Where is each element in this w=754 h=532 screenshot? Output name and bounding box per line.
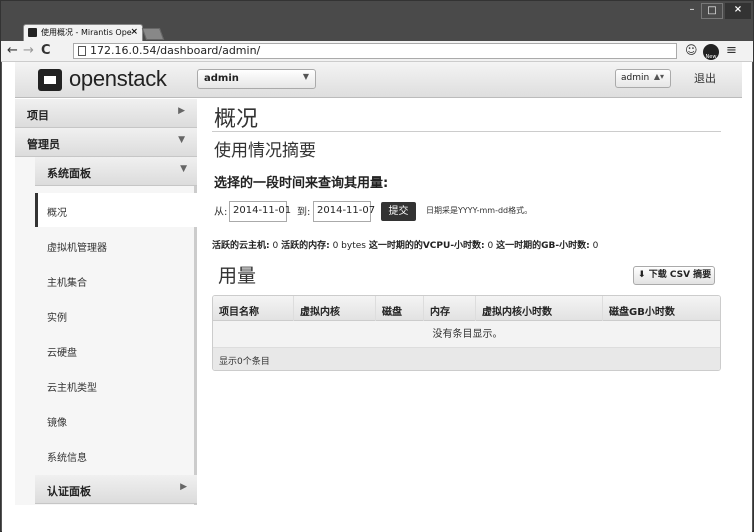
menu-icon[interactable]: ≡ — [726, 43, 737, 58]
main-content: 概况 使用情况摘要 选择的一段时间来查询其用量: 从: 2014-11-01 到… — [200, 99, 742, 505]
date-format-hint: 日期采是YYYY-mm-dd格式。 — [426, 206, 533, 215]
submit-button[interactable]: 提交 — [381, 202, 416, 221]
usage-stats: 活跃的云主机: 0 活跃的内存: 0 bytes 这一时期的的VCPU-小时数:… — [212, 238, 598, 251]
sidebar-item-label: 云硬盘 — [47, 348, 77, 359]
logout-link[interactable]: 退出 — [694, 70, 716, 86]
sidebar-section-admin[interactable]: 管理员 ▼ — [15, 128, 197, 157]
from-date-input[interactable]: 2014-11-01 — [229, 201, 291, 222]
sidebar-item-flavors[interactable]: 云主机类型 — [35, 368, 195, 402]
browser-window: 使用概况 - Mirantis Ope × – □ × ← → C 172.16… — [0, 0, 754, 532]
usage-heading: 用量 — [218, 265, 257, 287]
new-tab-button[interactable] — [141, 28, 165, 40]
new-badge-label: New — [705, 54, 717, 60]
table-empty-row: 没有条目显示。 — [213, 321, 720, 348]
sidebar-item-system-info[interactable]: 系统信息 — [35, 438, 195, 472]
favicon-icon — [28, 28, 37, 37]
usage-table: 项目名称 虚拟内核 磁盘 内存 虚拟内核小时数 磁盘GB小时数 没有条目显示。 … — [212, 295, 721, 371]
tab-title: 使用概况 - Mirantis Ope — [41, 28, 132, 37]
chevron-right-icon: ▶ — [180, 482, 187, 492]
reload-button[interactable]: C — [41, 43, 51, 59]
forward-button[interactable]: → — [23, 43, 34, 59]
new-badge-icon[interactable]: New — [703, 44, 719, 60]
user-menu-button[interactable]: admin ▲▾ — [615, 69, 671, 88]
stat-value: 0 bytes — [332, 241, 366, 251]
sidebar-item-host-aggregates[interactable]: 主机集合 — [35, 263, 195, 297]
column-header[interactable]: 项目名称 — [213, 296, 293, 321]
stat-value: 0 — [272, 241, 279, 251]
stat-label: 这一时期的的VCPU-小时数: — [368, 241, 485, 251]
sidebar-section-label: 管理员 — [27, 138, 60, 151]
url-input[interactable]: 172.16.0.54/dashboard/admin/ — [73, 43, 677, 59]
address-bar-row: ← → C 172.16.0.54/dashboard/admin/ ☺ New… — [1, 41, 753, 62]
sidebar-group-system-panel[interactable]: 系统面板 ▼ — [35, 157, 197, 186]
chevron-down-icon: ▼ — [180, 164, 187, 174]
sidebar-item-label: 概况 — [47, 208, 67, 219]
to-date-input[interactable]: 2014-11-07 — [313, 201, 375, 222]
query-heading: 选择的一段时间来查询其用量: — [214, 176, 389, 191]
chevron-right-icon: ▶ — [178, 106, 185, 116]
brand-name: openstack — [69, 66, 167, 91]
sidebar-group-identity[interactable]: 认证面板 ▶ — [35, 475, 197, 504]
table-footer: 显示0个条目 — [213, 348, 720, 370]
chevron-down-icon: ▼ — [302, 72, 309, 81]
user-icon: ▲▾ — [653, 72, 664, 81]
page-icon — [78, 46, 86, 56]
download-csv-label: 下载 CSV 摘要 — [648, 270, 712, 280]
sidebar: 项目 ▶ 管理员 ▼ 系统面板 ▼ 概况 虚拟机管理器 主机集合 实例 云硬盘 … — [15, 99, 198, 505]
sidebar-item-instances[interactable]: 实例 — [35, 298, 195, 332]
openstack-logo-icon — [38, 69, 62, 91]
from-label: 从: — [214, 207, 228, 218]
sidebar-item-overview[interactable]: 概况 — [35, 193, 198, 227]
download-csv-button[interactable]: ⬇ 下载 CSV 摘要 — [633, 266, 715, 285]
tab-close-icon[interactable]: × — [130, 25, 138, 40]
stat-value: 0 — [487, 241, 494, 251]
column-header[interactable]: 虚拟内核 — [293, 296, 375, 321]
project-selected: admin — [204, 73, 239, 84]
close-window-button[interactable]: × — [725, 3, 751, 19]
sidebar-section-project[interactable]: 项目 ▶ — [15, 99, 197, 128]
maximize-button[interactable]: □ — [701, 3, 723, 19]
stat-label: 活跃的云主机: — [212, 241, 270, 251]
sidebar-item-label: 镜像 — [47, 418, 67, 429]
sidebar-item-volumes[interactable]: 云硬盘 — [35, 333, 195, 367]
chevron-down-icon: ▼ — [178, 135, 185, 145]
sidebar-item-label: 虚拟机管理器 — [47, 243, 107, 254]
column-header[interactable]: 磁盘GB小时数 — [602, 296, 720, 321]
sidebar-group-label: 认证面板 — [47, 485, 91, 498]
stat-label: 这一时期的GB-小时数: — [496, 241, 590, 251]
to-label: 到: — [297, 207, 311, 218]
sidebar-item-images[interactable]: 镜像 — [35, 403, 195, 437]
sidebar-item-label: 云主机类型 — [47, 383, 97, 394]
sidebar-item-label: 系统信息 — [47, 453, 87, 464]
user-label: admin — [621, 73, 650, 83]
title-divider — [212, 131, 721, 132]
stat-label: 活跃的内存: — [281, 241, 330, 251]
table-header: 项目名称 虚拟内核 磁盘 内存 虚拟内核小时数 磁盘GB小时数 — [213, 296, 720, 321]
browser-tab[interactable]: 使用概况 - Mirantis Ope × — [23, 24, 143, 41]
top-header: openstack admin ▼ admin ▲▾ 退出 — [15, 62, 742, 98]
sidebar-section-label: 项目 — [27, 109, 49, 122]
sidebar-item-label: 主机集合 — [47, 278, 87, 289]
browser-titlebar: 使用概况 - Mirantis Ope × – □ × — [1, 1, 753, 41]
url-text: 172.16.0.54/dashboard/admin/ — [90, 44, 261, 57]
back-button[interactable]: ← — [7, 43, 18, 59]
stat-value: 0 — [592, 241, 599, 251]
project-selector[interactable]: admin ▼ — [197, 69, 316, 89]
page-subtitle: 使用情况摘要 — [214, 141, 316, 161]
column-header[interactable]: 虚拟内核小时数 — [475, 296, 602, 321]
sidebar-item-hypervisors[interactable]: 虚拟机管理器 — [35, 228, 195, 262]
minimize-button[interactable]: – — [683, 3, 701, 19]
extension-icon[interactable]: ☺ — [685, 43, 698, 57]
page-title: 概况 — [214, 107, 259, 132]
column-header[interactable]: 磁盘 — [375, 296, 423, 321]
sidebar-item-label: 实例 — [47, 313, 67, 324]
sidebar-group-label: 系统面板 — [47, 167, 91, 180]
column-header[interactable]: 内存 — [423, 296, 475, 321]
download-icon: ⬇ — [638, 270, 646, 280]
